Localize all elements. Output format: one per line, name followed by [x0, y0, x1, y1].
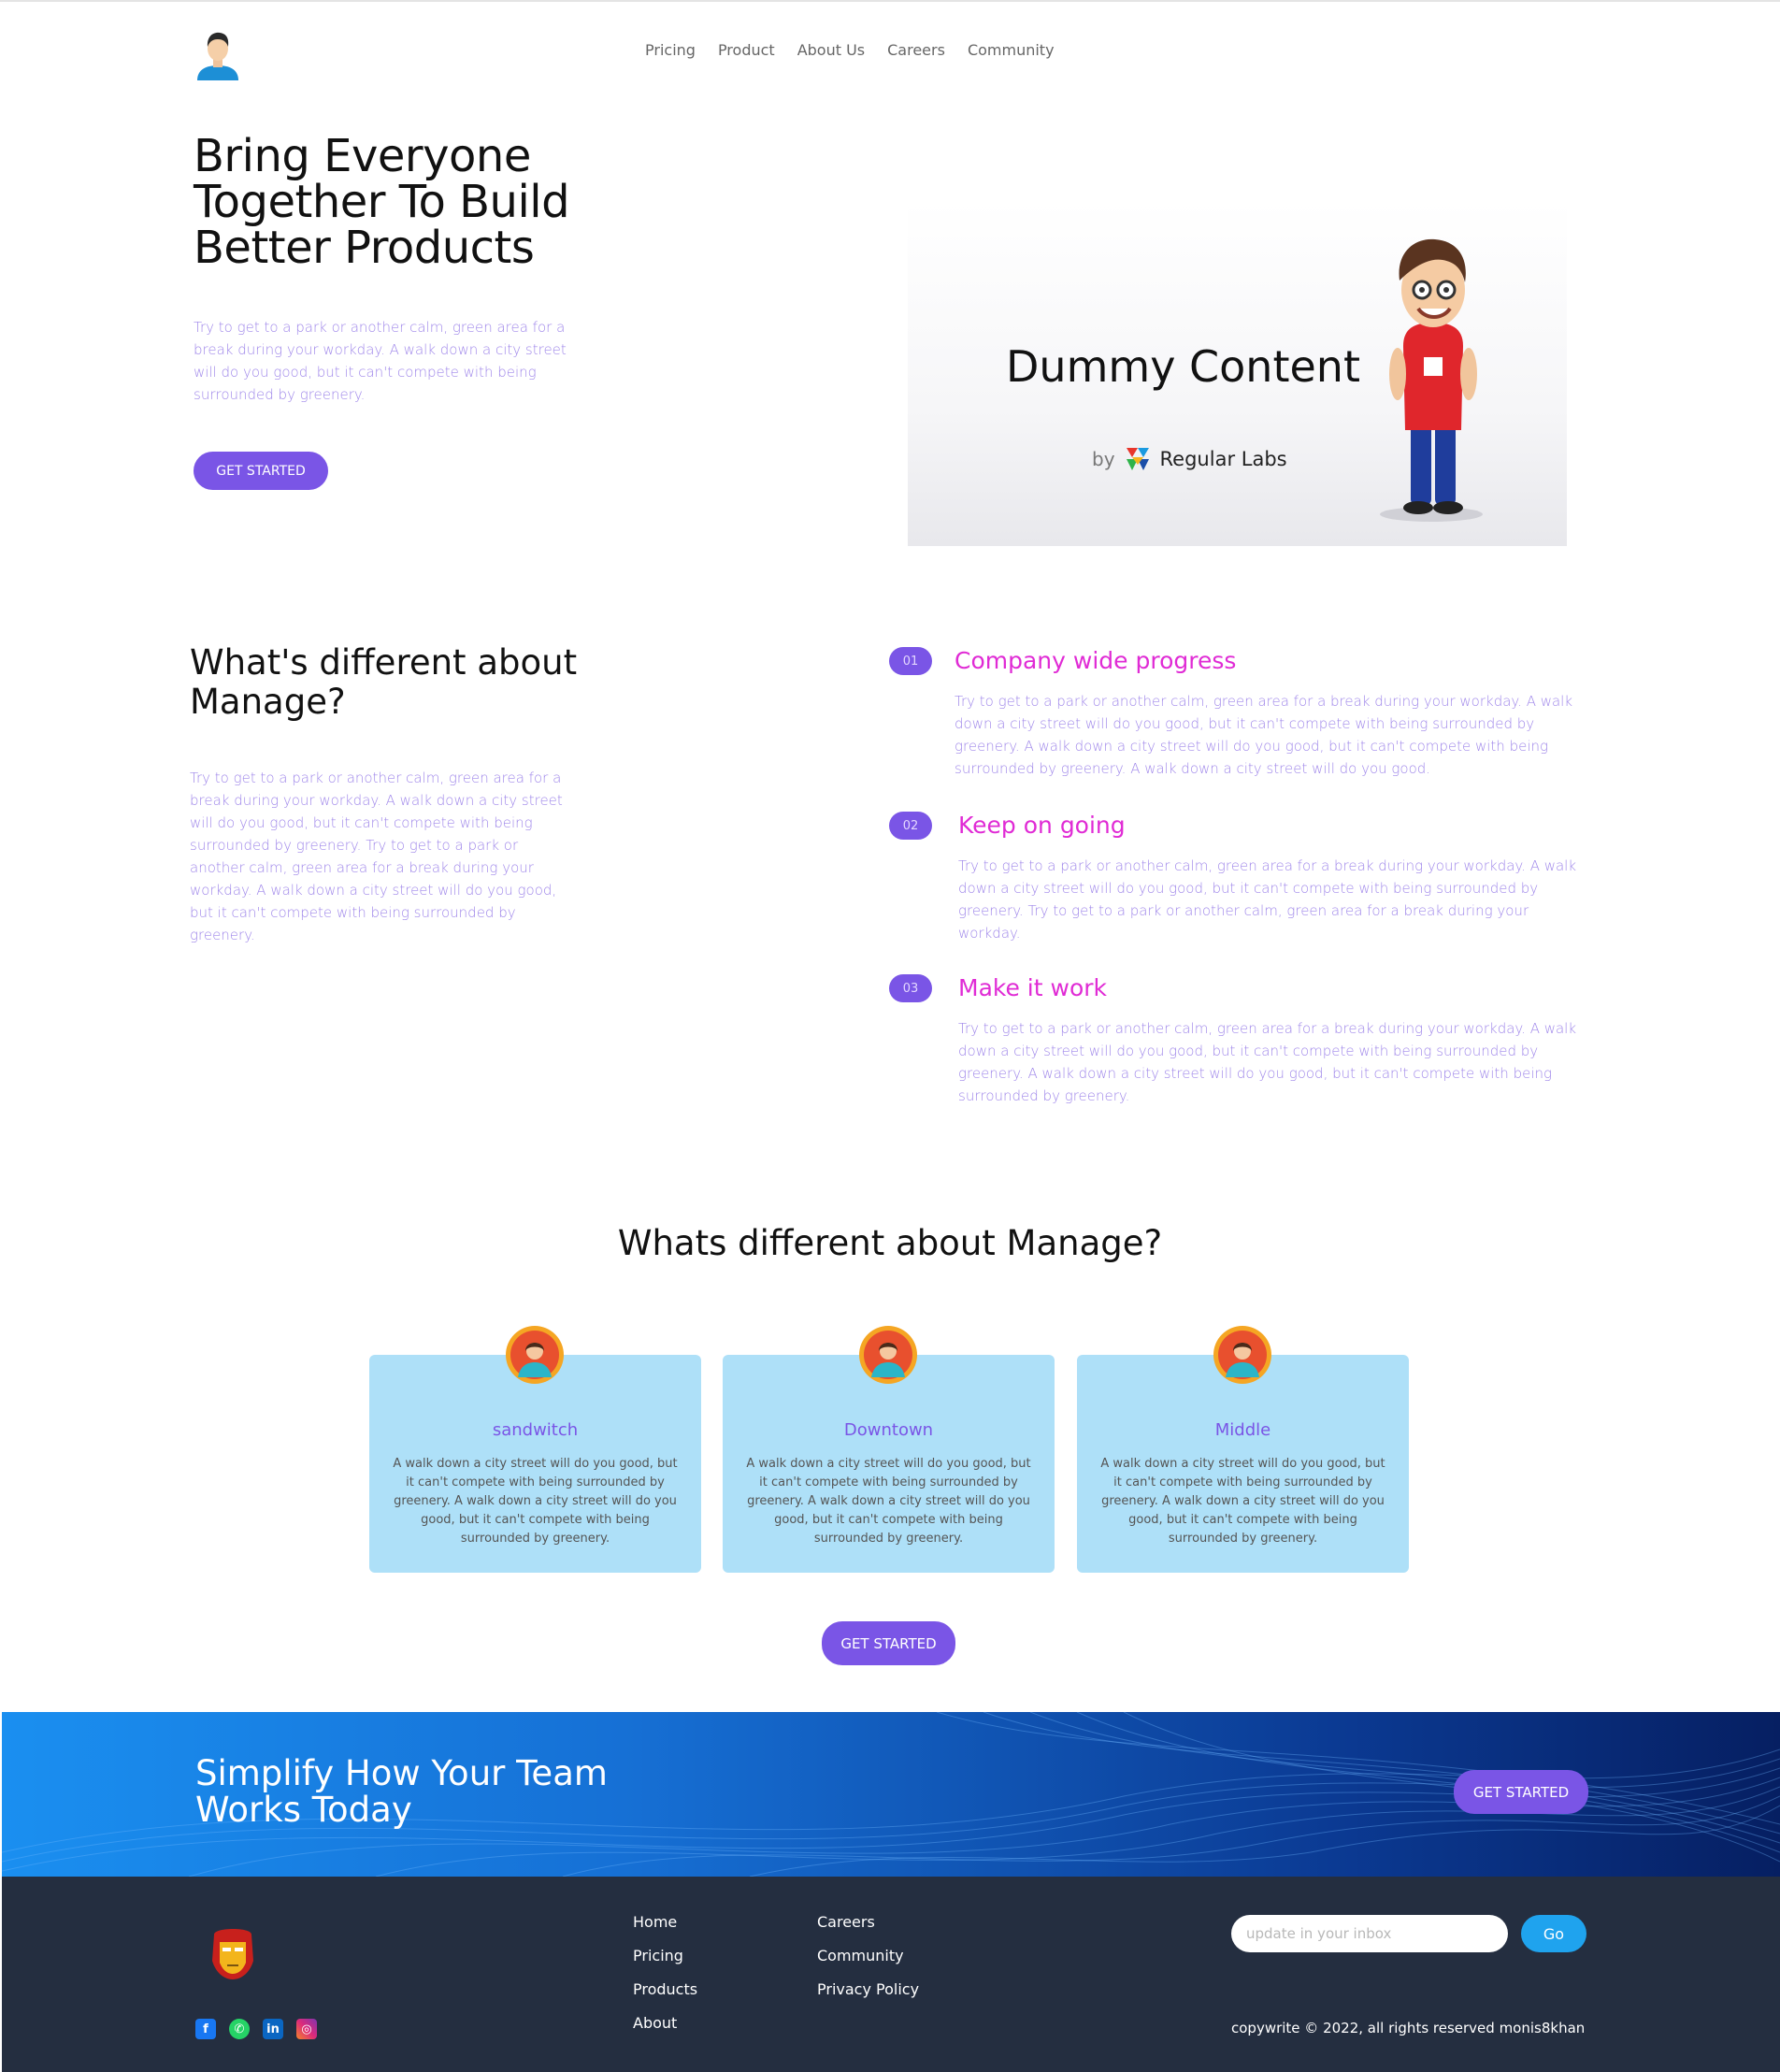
card-text: A walk down a city street will do you go…: [746, 1457, 1031, 1546]
feature-title: Keep on going: [958, 812, 1126, 839]
testimonial-card: Middle A walk down a city street will do…: [1077, 1355, 1409, 1573]
about-title: What's different about Manage?: [190, 642, 578, 722]
hero-image: Dummy Content by Regular Labs: [908, 201, 1567, 546]
footer-links-col2: Careers Community Privacy Policy: [817, 1914, 919, 1998]
footer-links-col1: Home Pricing Products About: [633, 1914, 697, 2032]
facebook-icon[interactable]: f: [195, 2019, 216, 2039]
top-border: [0, 0, 1780, 2]
linkedin-icon[interactable]: in: [263, 2019, 283, 2039]
regular-labs-logo-icon: [1126, 448, 1149, 470]
newsletter-email-input[interactable]: [1231, 1915, 1508, 1952]
feature-title: Company wide progress: [955, 647, 1237, 674]
footer-link-pricing[interactable]: Pricing: [633, 1948, 697, 1964]
footer-link-careers[interactable]: Careers: [817, 1914, 919, 1931]
about-text: Try to get to a park or another calm, gr…: [190, 770, 563, 943]
testimonials-get-started-button[interactable]: GET STARTED: [822, 1621, 955, 1665]
nav-product[interactable]: Product: [718, 41, 775, 59]
social-links: f ✆ in ◎: [195, 2019, 317, 2039]
card-name: Downtown: [843, 1420, 934, 1440]
hero-title: Bring Everyone Together To Build Better …: [194, 130, 570, 274]
ironman-logo-icon[interactable]: [208, 1925, 257, 1981]
avatar-icon: [1213, 1326, 1271, 1384]
user-avatar-logo[interactable]: [192, 28, 244, 80]
testimonial-card: sandwitch A walk down a city street will…: [369, 1355, 701, 1573]
nav-about-us[interactable]: About Us: [797, 41, 865, 59]
nav-community[interactable]: Community: [968, 41, 1055, 59]
feature-number-badge: 01: [889, 647, 932, 675]
hero-image-brand: Regular Labs: [1159, 448, 1287, 470]
testimonials-title: Whats different about Manage?: [617, 1223, 1163, 1263]
banner-get-started-button[interactable]: GET STARTED: [1454, 1770, 1588, 1814]
instagram-icon[interactable]: ◎: [296, 2019, 317, 2039]
newsletter-go-button[interactable]: Go: [1521, 1915, 1586, 1952]
card-text: A walk down a city street will do you go…: [1100, 1457, 1385, 1546]
footer: f ✆ in ◎ Home Pricing Products About Car…: [2, 1877, 1780, 2072]
banner-title: Simplify How Your Team Works Today: [195, 1753, 608, 1830]
nav-pricing[interactable]: Pricing: [645, 41, 696, 59]
hero-image-title: Dummy Content: [1006, 341, 1360, 392]
footer-link-home[interactable]: Home: [633, 1914, 697, 1931]
feature-text: Try to get to a park or another calm, gr…: [955, 693, 1573, 777]
avatar-icon: [506, 1326, 564, 1384]
footer-link-community[interactable]: Community: [817, 1948, 919, 1964]
feature-number-badge: 03: [889, 974, 932, 1002]
main-nav: Pricing Product About Us Careers Communi…: [645, 41, 1055, 59]
hero-image-byline: by Regular Labs: [1092, 446, 1287, 472]
hero-text: Try to get to a park or another calm, gr…: [194, 319, 567, 403]
footer-link-about[interactable]: About: [633, 2015, 697, 2032]
feature-title: Make it work: [958, 974, 1107, 1001]
feature-number-badge: 02: [889, 812, 932, 840]
card-name: sandwitch: [492, 1420, 579, 1440]
avatar-icon: [859, 1326, 917, 1384]
feature-text: Try to get to a park or another calm, gr…: [958, 1020, 1577, 1104]
hero-image-by: by: [1092, 448, 1115, 470]
copyright-text: copywrite © 2022, all rights reserved mo…: [1231, 2020, 1586, 2036]
whatsapp-icon[interactable]: ✆: [229, 2019, 250, 2039]
cta-banner: Simplify How Your Team Works Today GET S…: [2, 1712, 1780, 1877]
feature-text: Try to get to a park or another calm, gr…: [958, 857, 1577, 942]
mascot-illustration: [1380, 238, 1483, 522]
footer-link-products[interactable]: Products: [633, 1981, 697, 1998]
hero-get-started-button[interactable]: GET STARTED: [194, 452, 328, 490]
card-text: A walk down a city street will do you go…: [393, 1457, 678, 1546]
footer-link-privacy-policy[interactable]: Privacy Policy: [817, 1981, 919, 1998]
card-name: Middle: [1214, 1420, 1271, 1440]
nav-careers[interactable]: Careers: [887, 41, 945, 59]
testimonial-card: Downtown A walk down a city street will …: [723, 1355, 1055, 1573]
